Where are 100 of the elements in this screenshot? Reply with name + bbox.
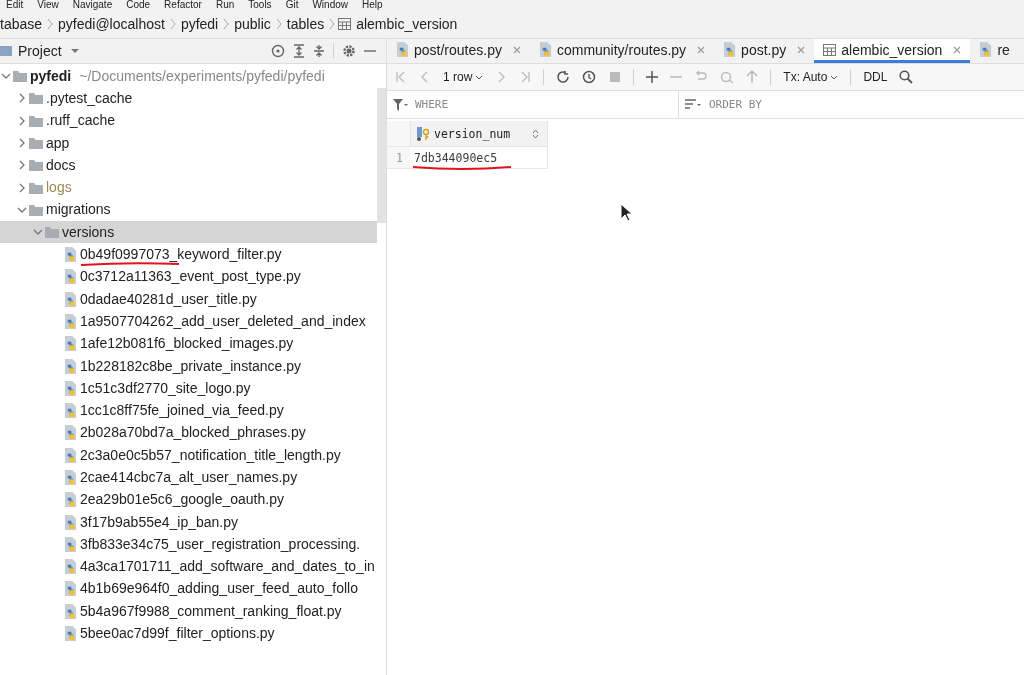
close-icon[interactable] [512, 45, 521, 54]
file-item[interactable]: 0b49f0997073_keyword_filter.py [0, 243, 377, 266]
file-item[interactable]: 1b228182c8be_private_instance.py [0, 354, 377, 378]
python-file-icon [64, 247, 77, 262]
folder-item[interactable]: docs [0, 154, 377, 177]
close-icon[interactable] [697, 45, 706, 54]
last-page-icon[interactable] [519, 71, 532, 83]
add-row-icon[interactable] [646, 71, 659, 83]
folder-item[interactable]: versions [0, 221, 377, 244]
collapse-all-icon[interactable] [313, 44, 325, 58]
file-item[interactable]: 2cae414cbc7a_alt_user_names.py [0, 466, 377, 489]
python-file-icon [64, 403, 77, 419]
row-number: 1 [387, 147, 410, 169]
scrollbar[interactable] [377, 88, 386, 223]
menu-item[interactable]: Window [312, 0, 348, 10]
file-item[interactable]: 0c3712a11363_event_post_type.py [0, 265, 377, 288]
file-item[interactable]: 2ea29b01e5c6_google_oauth.py [0, 488, 377, 511]
refresh-icon[interactable] [556, 70, 571, 84]
breadcrumb-item[interactable]: tabase [0, 16, 43, 32]
breadcrumb-item[interactable]: tables [286, 16, 325, 32]
file-item[interactable]: 3fb833e34c75_user_registration_processing. [0, 533, 377, 556]
sort-icon[interactable] [532, 128, 539, 139]
python-file-icon [64, 536, 77, 552]
menu-item[interactable]: Tools [248, 0, 272, 10]
close-icon[interactable] [797, 45, 806, 54]
chevron-icon [223, 17, 230, 31]
close-icon[interactable] [953, 45, 962, 54]
expand-all-icon[interactable] [293, 44, 305, 58]
file-name: 2cae414cbc7a_alt_user_names.py [80, 470, 298, 485]
editor-tab[interactable]: alembic_version [814, 39, 971, 63]
folder-item[interactable]: logs [0, 176, 377, 199]
file-name: 3fb833e34c75_user_registration_processing. [80, 536, 361, 552]
settings-icon[interactable] [342, 44, 356, 58]
chevron-icon [275, 17, 282, 31]
file-item[interactable]: 1a9507704262_add_user_deleted_and_index [0, 310, 377, 333]
breadcrumb-item[interactable]: public [234, 16, 271, 32]
up-arrow-icon[interactable] [746, 70, 759, 84]
breadcrumb-item[interactable]: pyfedi@localhost [58, 16, 165, 32]
menu-item[interactable]: Navigate [72, 0, 113, 10]
editor-tab[interactable]: re [970, 39, 1019, 63]
panel-title[interactable]: Project [18, 43, 62, 59]
python-file-icon [723, 42, 737, 57]
file-name: 5bee0ac7d99f_filter_options.py [80, 626, 275, 642]
editor-tab[interactable]: post.py [714, 39, 815, 63]
editor-tab[interactable]: post/routes.py [387, 39, 530, 63]
folder-name: migrations [46, 202, 111, 218]
menu-item[interactable]: Code [126, 0, 151, 10]
minimize-icon[interactable] [364, 49, 376, 53]
file-item[interactable]: 3f17b9ab55e4_ip_ban.py [0, 510, 377, 534]
breadcrumb-item[interactable]: pyfedi [180, 16, 219, 32]
python-file-icon [64, 269, 77, 285]
python-file-icon [64, 514, 77, 530]
file-item[interactable]: 1c51c3df2770_site_logo.py [0, 377, 377, 400]
dropdown-icon[interactable] [69, 48, 80, 54]
file-item[interactable]: 4a3ca1701711_add_software_and_dates_to_in [0, 555, 377, 578]
file-item[interactable]: 1cc1c8ff75fe_joined_via_feed.py [0, 399, 377, 422]
menu-item[interactable]: Help [362, 0, 383, 10]
folder-path: ~/Documents/experiments/pyfedi/pyfedi [79, 68, 325, 85]
editor-tab[interactable]: community/routes.py [529, 39, 715, 63]
file-name: 3f17b9ab55e4_ip_ban.py [80, 514, 239, 530]
chevron-icon [47, 17, 54, 31]
search-icon[interactable] [899, 70, 914, 84]
first-page-icon[interactable] [395, 71, 407, 83]
folder-icon [13, 70, 27, 83]
file-name: 2c3a0e0c5b57_notification_title_length.py [80, 447, 341, 463]
transaction-dropdown[interactable]: Tx: Auto [783, 70, 839, 84]
file-item[interactable]: 2c3a0e0c5b57_notification_title_length.py [0, 444, 377, 467]
folder-item[interactable]: migrations [0, 198, 377, 222]
breadcrumb-item[interactable]: alembic_version [356, 16, 458, 32]
folder-item[interactable]: .ruff_cache [0, 109, 377, 132]
clock-icon[interactable] [582, 69, 598, 85]
menu-item[interactable]: Run [215, 0, 235, 10]
file-item[interactable]: 4b1b69e964f0_adding_user_feed_auto_follo [0, 577, 377, 601]
menu-item[interactable]: Refactor [164, 0, 202, 10]
folder-item[interactable]: pyfedi ~/Documents/experiments/pyfedi/pyfedi [0, 65, 377, 88]
file-item[interactable]: 1afe12b081f6_blocked_images.py [0, 332, 377, 355]
ddl-button[interactable]: DDL [863, 70, 888, 84]
file-item[interactable]: 5b4a967f9988_comment_ranking_float.py [0, 600, 377, 623]
file-name: 0c3712a11363_event_post_type.py [80, 269, 301, 285]
row-count-dropdown[interactable]: 1 row [443, 70, 484, 84]
python-file-icon [64, 470, 77, 485]
stop-icon[interactable] [609, 71, 622, 83]
file-name: 2b028a70bd7a_blocked_phrases.py [80, 425, 306, 441]
menu-item[interactable]: View [37, 0, 59, 10]
file-item[interactable]: 2b028a70bd7a_blocked_phrases.py [0, 421, 377, 445]
locate-icon[interactable] [271, 44, 285, 58]
menu-item[interactable]: Edit [6, 0, 24, 10]
column-header[interactable]: version_num [410, 121, 548, 147]
python-file-icon [64, 313, 77, 329]
menu-item[interactable]: Git [285, 0, 299, 10]
folder-item[interactable]: .pytest_cache [0, 87, 377, 110]
where-field[interactable]: WHERE [413, 97, 617, 112]
folder-name: pyfedi [30, 68, 72, 84]
order-by-field[interactable]: ORDER BY [707, 97, 911, 112]
folder-item[interactable]: app [0, 131, 377, 155]
folder-icon [29, 181, 43, 194]
folder-name: .pytest_cache [46, 90, 133, 106]
sort-icon [685, 98, 703, 111]
file-item[interactable]: 0dadae40281d_user_title.py [0, 287, 377, 311]
file-item[interactable]: 5bee0ac7d99f_filter_options.py [0, 622, 377, 645]
